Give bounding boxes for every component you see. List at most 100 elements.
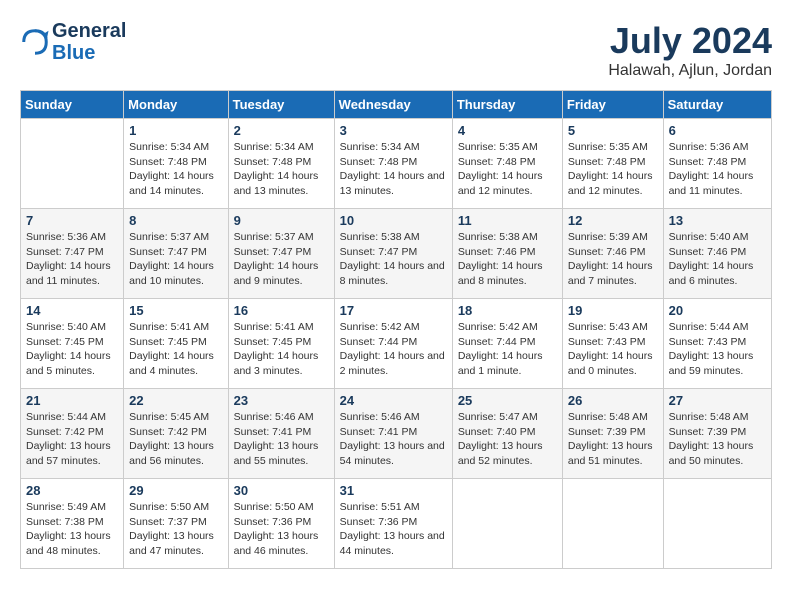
sunrise-text: Sunrise: 5:39 AM <box>568 231 648 243</box>
sunrise-text: Sunrise: 5:43 AM <box>568 321 648 333</box>
day-info: Sunrise: 5:51 AMSunset: 7:36 PMDaylight:… <box>340 500 447 559</box>
day-of-week-header: Wednesday <box>334 91 452 119</box>
sunrise-text: Sunrise: 5:47 AM <box>458 411 538 423</box>
sunrise-text: Sunrise: 5:42 AM <box>458 321 538 333</box>
day-info: Sunrise: 5:38 AMSunset: 7:47 PMDaylight:… <box>340 230 447 289</box>
day-info: Sunrise: 5:34 AMSunset: 7:48 PMDaylight:… <box>129 140 222 199</box>
calendar-cell: 15Sunrise: 5:41 AMSunset: 7:45 PMDayligh… <box>124 299 228 389</box>
calendar-cell: 21Sunrise: 5:44 AMSunset: 7:42 PMDayligh… <box>21 389 124 479</box>
sunset-text: Sunset: 7:39 PM <box>669 426 747 438</box>
sunrise-text: Sunrise: 5:44 AM <box>669 321 749 333</box>
day-info: Sunrise: 5:43 AMSunset: 7:43 PMDaylight:… <box>568 320 658 379</box>
day-number: 20 <box>669 303 766 318</box>
day-number: 31 <box>340 483 447 498</box>
daylight-text: Daylight: 14 hours and 12 minutes. <box>458 170 543 197</box>
sunrise-text: Sunrise: 5:35 AM <box>568 141 648 153</box>
calendar-cell: 31 Sunrise: 5:51 AMSunset: 7:36 PMDayligh… <box>334 479 452 569</box>
calendar-week-row: 1Sunrise: 5:34 AMSunset: 7:48 PMDaylight… <box>21 119 772 209</box>
sunrise-text: Sunrise: 5:51 AM <box>340 501 420 513</box>
day-info: Sunrise: 5:49 AMSunset: 7:38 PMDaylight:… <box>26 500 118 559</box>
sunset-text: Sunset: 7:38 PM <box>26 516 104 528</box>
day-number: 21 <box>26 393 118 408</box>
month-title: July 2024 <box>608 20 772 62</box>
day-info: Sunrise: 5:34 AMSunset: 7:48 PMDaylight:… <box>234 140 329 199</box>
day-info: Sunrise: 5:50 AMSunset: 7:37 PMDaylight:… <box>129 500 222 559</box>
sunset-text: Sunset: 7:48 PM <box>234 156 312 168</box>
sunset-text: Sunset: 7:46 PM <box>669 246 747 258</box>
day-number: 23 <box>234 393 329 408</box>
calendar-cell: 6Sunrise: 5:36 AMSunset: 7:48 PMDaylight… <box>663 119 771 209</box>
calendar-table: SundayMondayTuesdayWednesdayThursdayFrid… <box>20 90 772 569</box>
day-info: Sunrise: 5:45 AMSunset: 7:42 PMDaylight:… <box>129 410 222 469</box>
daylight-text: Daylight: 14 hours and 4 minutes. <box>129 350 214 377</box>
sunset-text: Sunset: 7:39 PM <box>568 426 646 438</box>
day-of-week-header: Monday <box>124 91 228 119</box>
day-info: Sunrise: 5:35 AMSunset: 7:48 PMDaylight:… <box>458 140 557 199</box>
sunrise-text: Sunrise: 5:37 AM <box>234 231 314 243</box>
calendar-cell: 1Sunrise: 5:34 AMSunset: 7:48 PMDaylight… <box>124 119 228 209</box>
daylight-text: Daylight: 14 hours and 13 minutes. <box>340 170 445 197</box>
daylight-text: Daylight: 14 hours and 12 minutes. <box>568 170 653 197</box>
calendar-cell: 20Sunrise: 5:44 AMSunset: 7:43 PMDayligh… <box>663 299 771 389</box>
day-number: 26 <box>568 393 658 408</box>
sunset-text: Sunset: 7:48 PM <box>568 156 646 168</box>
calendar-cell <box>663 479 771 569</box>
day-of-week-header: Tuesday <box>228 91 334 119</box>
day-of-week-header: Thursday <box>452 91 562 119</box>
calendar-cell: 12Sunrise: 5:39 AMSunset: 7:46 PMDayligh… <box>562 209 663 299</box>
calendar-cell: 9Sunrise: 5:37 AMSunset: 7:47 PMDaylight… <box>228 209 334 299</box>
sunrise-text: Sunrise: 5:44 AM <box>26 411 106 423</box>
day-info: Sunrise: 5:34 AMSunset: 7:48 PMDaylight:… <box>340 140 447 199</box>
sunset-text: Sunset: 7:44 PM <box>458 336 536 348</box>
sunset-text: Sunset: 7:47 PM <box>26 246 104 258</box>
day-of-week-header: Saturday <box>663 91 771 119</box>
sunset-text: Sunset: 7:42 PM <box>129 426 207 438</box>
day-number: 18 <box>458 303 557 318</box>
sunrise-text: Sunrise: 5:48 AM <box>669 411 749 423</box>
daylight-text: Daylight: 14 hours and 10 minutes. <box>129 260 214 287</box>
title-block: July 2024 Halawah, Ajlun, Jordan <box>608 20 772 80</box>
sunrise-text: Sunrise: 5:46 AM <box>234 411 314 423</box>
sunrise-text: Sunrise: 5:36 AM <box>26 231 106 243</box>
sunrise-text: Sunrise: 5:38 AM <box>340 231 420 243</box>
calendar-cell: 14Sunrise: 5:40 AMSunset: 7:45 PMDayligh… <box>21 299 124 389</box>
day-info: Sunrise: 5:36 AMSunset: 7:47 PMDaylight:… <box>26 230 118 289</box>
sunset-text: Sunset: 7:42 PM <box>26 426 104 438</box>
sunrise-text: Sunrise: 5:41 AM <box>234 321 314 333</box>
sunrise-text: Sunrise: 5:40 AM <box>669 231 749 243</box>
daylight-text: Daylight: 13 hours and 51 minutes. <box>568 440 653 467</box>
day-number: 16 <box>234 303 329 318</box>
calendar-cell: 19Sunrise: 5:43 AMSunset: 7:43 PMDayligh… <box>562 299 663 389</box>
day-info: Sunrise: 5:40 AM Sunset: 7:46 PM Daylight:… <box>669 230 766 289</box>
calendar-cell: 3Sunrise: 5:34 AMSunset: 7:48 PMDaylight… <box>334 119 452 209</box>
sunset-text: Sunset: 7:47 PM <box>340 246 418 258</box>
day-number: 29 <box>129 483 222 498</box>
sunset-text: Sunset: 7:46 PM <box>458 246 536 258</box>
calendar-cell: 30Sunrise: 5:50 AMSunset: 7:36 PMDayligh… <box>228 479 334 569</box>
calendar-cell: 2Sunrise: 5:34 AMSunset: 7:48 PMDaylight… <box>228 119 334 209</box>
day-number: 5 <box>568 123 658 138</box>
day-info: Sunrise: 5:37 AMSunset: 7:47 PMDaylight:… <box>129 230 222 289</box>
sunset-text: Sunset: 7:36 PM <box>234 516 312 528</box>
daylight-text: Daylight: 14 hours and 7 minutes. <box>568 260 653 287</box>
calendar-cell: 4Sunrise: 5:35 AMSunset: 7:48 PMDaylight… <box>452 119 562 209</box>
page-header: General Blue July 2024 Halawah, Ajlun, J… <box>20 20 772 80</box>
daylight-text: Daylight: 14 hours and 6 minutes. <box>669 260 754 287</box>
day-info: Sunrise: 5:46 AMSunset: 7:41 PMDaylight:… <box>234 410 329 469</box>
daylight-text: Daylight: 13 hours and 50 minutes. <box>669 440 754 467</box>
sunset-text: Sunset: 7:41 PM <box>234 426 312 438</box>
day-number: 6 <box>669 123 766 138</box>
sunrise-text: Sunrise: 5:34 AM <box>340 141 420 153</box>
day-info: Sunrise: 5:46 AMSunset: 7:41 PMDaylight:… <box>340 410 447 469</box>
daylight-text: Daylight: 14 hours and 9 minutes. <box>234 260 319 287</box>
day-number: 27 <box>669 393 766 408</box>
sunset-text: Sunset: 7:48 PM <box>129 156 207 168</box>
sunset-text: Sunset: 7:44 PM <box>340 336 418 348</box>
sunset-text: Sunset: 7:48 PM <box>669 156 747 168</box>
calendar-week-row: 28Sunrise: 5:49 AMSunset: 7:38 PMDayligh… <box>21 479 772 569</box>
sunrise-text: Sunrise: 5:34 AM <box>129 141 209 153</box>
daylight-text: Daylight: 14 hours and 2 minutes. <box>340 350 445 377</box>
sunrise-text: Sunrise: 5:45 AM <box>129 411 209 423</box>
day-info: Sunrise: 5:41 AMSunset: 7:45 PMDaylight:… <box>234 320 329 379</box>
logo: General Blue <box>20 20 126 64</box>
